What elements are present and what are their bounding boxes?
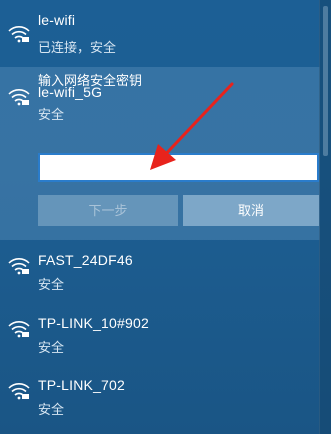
network-status: 安全 [38,107,65,122]
network-item-le-wifi[interactable]: le-wifi 已连接，安全 [0,0,320,67]
network-status: 安全 [38,340,65,355]
next-button[interactable]: 下一步 [38,195,178,226]
network-item-fast-24df46[interactable]: FAST_24DF46 安全 [0,248,320,298]
security-key-label: 输入网络安全密钥 [38,73,143,88]
network-status: 安全 [38,402,65,417]
wifi-secured-icon [8,383,30,400]
wifi-secured-icon [8,89,30,106]
network-ssid: FAST_24DF46 [38,252,133,268]
wifi-secured-icon [8,26,30,43]
wifi-secured-icon [8,258,30,275]
scrollbar[interactable] [319,0,331,434]
wifi-secured-icon [8,321,30,338]
network-item-tp-link-702[interactable]: TP-LINK_702 安全 [0,373,320,423]
network-ssid: le-wifi [38,12,76,28]
cancel-button[interactable]: 取消 [183,195,319,226]
scrollbar-thumb[interactable] [323,6,328,156]
network-status: 安全 [38,277,65,292]
red-arrow-annotation [150,82,234,170]
wifi-flyout-panel: le-wifi 已连接，安全 le-wifi_5G 安全 输入网络安全密钥 下一… [0,0,331,434]
network-item-tp-link-10-902[interactable]: TP-LINK_10#902 安全 [0,311,320,361]
network-status: 已连接，安全 [38,40,117,55]
network-ssid: TP-LINK_702 [38,377,126,393]
network-ssid: TP-LINK_10#902 [38,315,149,331]
